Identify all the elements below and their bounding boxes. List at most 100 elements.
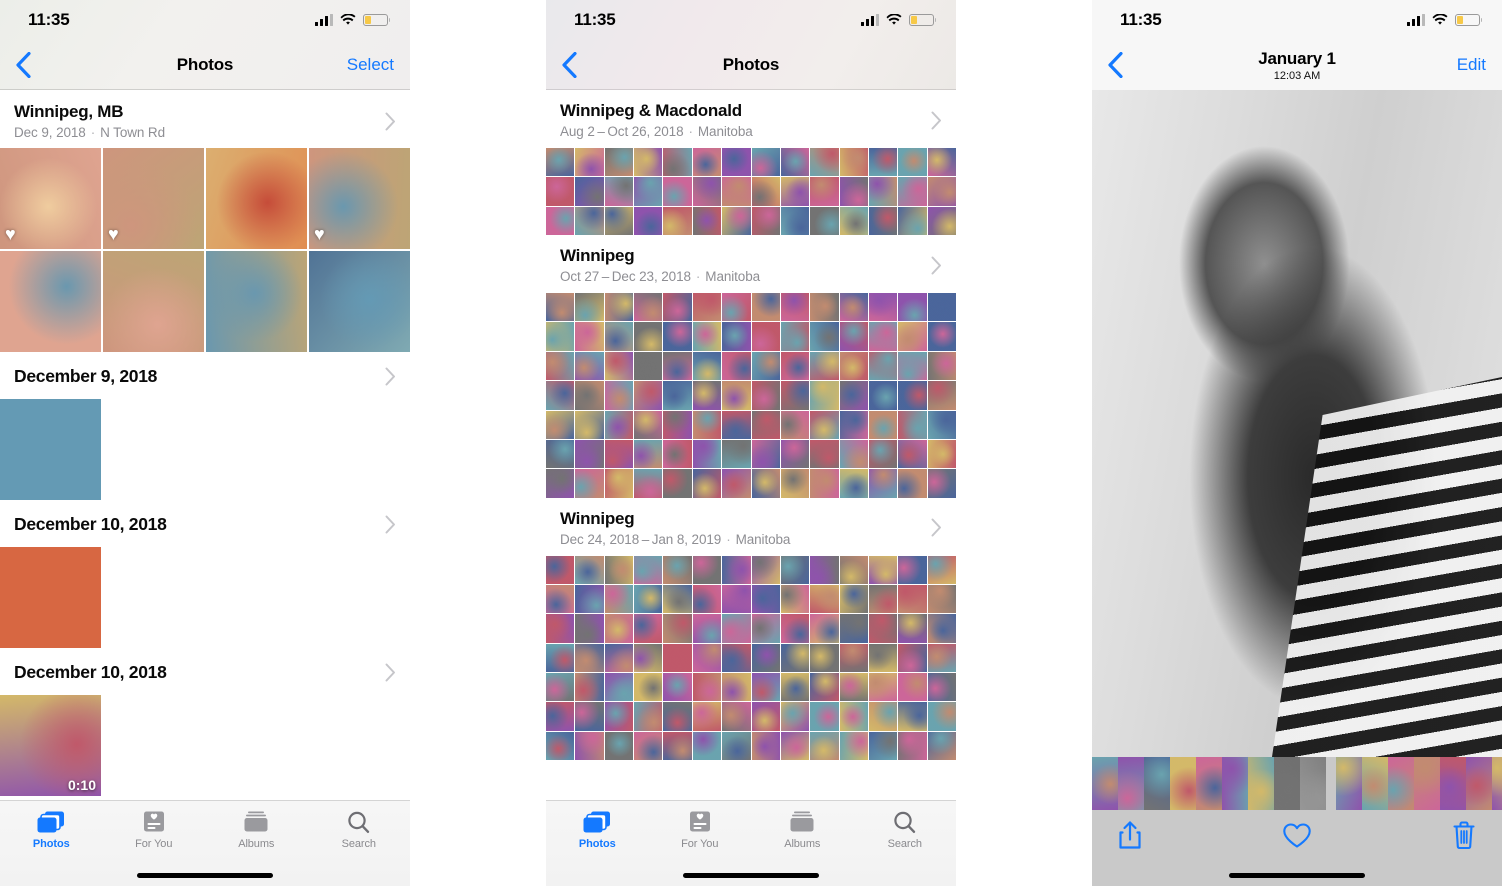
photo-thumbnail[interactable] bbox=[781, 293, 809, 321]
photo-thumbnail[interactable] bbox=[693, 556, 721, 584]
photo-thumbnail[interactable] bbox=[898, 207, 926, 235]
photo-thumbnail[interactable] bbox=[869, 177, 897, 205]
photo-thumbnail[interactable] bbox=[928, 177, 956, 205]
select-button[interactable]: Select bbox=[347, 55, 394, 75]
tab-search[interactable]: Search bbox=[308, 809, 411, 850]
photo-thumbnail[interactable] bbox=[663, 177, 691, 205]
filmstrip-frame[interactable] bbox=[1466, 757, 1492, 810]
photo-thumbnail[interactable] bbox=[840, 732, 868, 760]
photo-thumbnail[interactable] bbox=[752, 469, 780, 497]
photo-thumbnail[interactable] bbox=[546, 702, 574, 730]
photo-thumbnail[interactable] bbox=[840, 207, 868, 235]
photo-thumbnail[interactable] bbox=[693, 440, 721, 468]
photo-thumbnail[interactable] bbox=[810, 702, 838, 730]
collection-photo-mosaic[interactable] bbox=[546, 148, 956, 235]
photo-thumbnail[interactable] bbox=[928, 293, 956, 321]
photo-thumbnail[interactable] bbox=[206, 148, 307, 249]
photo-thumbnail[interactable] bbox=[605, 644, 633, 672]
photo-thumbnail[interactable] bbox=[840, 673, 868, 701]
photo-thumbnail[interactable]: ♥ bbox=[103, 148, 204, 249]
photo-thumbnail[interactable] bbox=[752, 177, 780, 205]
photo-thumbnail[interactable] bbox=[781, 469, 809, 497]
photo-thumbnail[interactable] bbox=[928, 322, 956, 350]
photo-thumbnail[interactable] bbox=[928, 148, 956, 176]
photo-thumbnail[interactable] bbox=[928, 673, 956, 701]
photo-thumbnail[interactable] bbox=[752, 614, 780, 642]
photo-thumbnail[interactable] bbox=[928, 352, 956, 380]
photo-thumbnail[interactable] bbox=[634, 381, 662, 409]
photo-thumbnail[interactable] bbox=[810, 293, 838, 321]
photo-thumbnail[interactable] bbox=[781, 207, 809, 235]
back-button[interactable] bbox=[562, 51, 596, 78]
photo-thumbnail[interactable] bbox=[693, 702, 721, 730]
photo-thumbnail[interactable] bbox=[810, 207, 838, 235]
photo-thumbnail[interactable] bbox=[928, 411, 956, 439]
filmstrip-frame[interactable] bbox=[1144, 757, 1170, 810]
collection-header[interactable]: Winnipeg Dec 24, 2018 – Jan 8, 2019 · Manit… bbox=[546, 498, 956, 556]
photo-thumbnail[interactable] bbox=[546, 469, 574, 497]
photo-thumbnail[interactable] bbox=[546, 293, 574, 321]
photo-thumbnail[interactable] bbox=[575, 177, 603, 205]
filmstrip-frame[interactable] bbox=[1274, 757, 1300, 810]
photo-thumbnail[interactable] bbox=[0, 399, 101, 500]
tab-albums[interactable]: Albums bbox=[205, 809, 308, 850]
edit-button[interactable]: Edit bbox=[1457, 55, 1486, 75]
photo-thumbnail[interactable] bbox=[869, 440, 897, 468]
photo-thumbnail[interactable] bbox=[840, 352, 868, 380]
filmstrip-frame[interactable] bbox=[1118, 757, 1144, 810]
photo-thumbnail[interactable] bbox=[634, 177, 662, 205]
photo-thumbnail[interactable] bbox=[722, 352, 750, 380]
photo-thumbnail[interactable] bbox=[575, 411, 603, 439]
photo-thumbnail[interactable] bbox=[693, 614, 721, 642]
photo-thumbnail[interactable] bbox=[810, 673, 838, 701]
moment-photo-grid[interactable]: ♥ ♥ ♥ bbox=[0, 148, 410, 352]
photo-thumbnail[interactable] bbox=[781, 411, 809, 439]
photo-thumbnail[interactable] bbox=[693, 411, 721, 439]
photo-thumbnail[interactable] bbox=[752, 352, 780, 380]
photo-thumbnail[interactable] bbox=[634, 352, 662, 380]
photo-thumbnail[interactable] bbox=[546, 644, 574, 672]
photo-thumbnail[interactable] bbox=[752, 440, 780, 468]
photo-thumbnail[interactable] bbox=[810, 440, 838, 468]
photo-thumbnail[interactable] bbox=[898, 440, 926, 468]
photo-thumbnail[interactable] bbox=[752, 673, 780, 701]
photo-thumbnail[interactable] bbox=[840, 293, 868, 321]
photo-thumbnail[interactable] bbox=[605, 148, 633, 176]
photo-thumbnail[interactable] bbox=[663, 207, 691, 235]
photo-thumbnail[interactable] bbox=[546, 177, 574, 205]
photo-thumbnail[interactable] bbox=[309, 251, 410, 352]
photo-thumbnail[interactable] bbox=[781, 585, 809, 613]
photo-thumbnail[interactable] bbox=[752, 322, 780, 350]
filmstrip-scrubber[interactable] bbox=[1092, 757, 1502, 810]
back-button[interactable] bbox=[16, 51, 50, 78]
photo-thumbnail[interactable] bbox=[722, 177, 750, 205]
photo-thumbnail[interactable] bbox=[869, 411, 897, 439]
photo-thumbnail[interactable] bbox=[840, 585, 868, 613]
filmstrip-frame[interactable] bbox=[1196, 757, 1222, 810]
photo-thumbnail[interactable] bbox=[810, 732, 838, 760]
photo-thumbnail[interactable] bbox=[898, 148, 926, 176]
photo-thumbnail[interactable] bbox=[869, 207, 897, 235]
filmstrip-frame[interactable] bbox=[1222, 757, 1248, 810]
tab-search[interactable]: Search bbox=[854, 809, 957, 850]
photo-thumbnail[interactable] bbox=[722, 673, 750, 701]
photo-thumbnail[interactable] bbox=[663, 322, 691, 350]
photo-thumbnail[interactable] bbox=[663, 585, 691, 613]
photo-thumbnail[interactable] bbox=[722, 207, 750, 235]
photo-thumbnail[interactable] bbox=[898, 469, 926, 497]
share-icon[interactable] bbox=[1118, 820, 1142, 850]
photo-thumbnail[interactable] bbox=[575, 556, 603, 584]
photo-thumbnail[interactable] bbox=[898, 673, 926, 701]
moment-header[interactable]: Winnipeg, MB Dec 9, 2018 · N Town Rd bbox=[0, 90, 410, 148]
tab-for-you[interactable]: For You bbox=[649, 809, 752, 850]
photo-thumbnail[interactable] bbox=[810, 352, 838, 380]
photo-thumbnail[interactable] bbox=[752, 702, 780, 730]
photo-thumbnail[interactable] bbox=[928, 702, 956, 730]
photo-thumbnail[interactable] bbox=[928, 614, 956, 642]
photo-thumbnail[interactable] bbox=[810, 177, 838, 205]
photo-thumbnail[interactable] bbox=[781, 614, 809, 642]
photo-thumbnail[interactable] bbox=[810, 322, 838, 350]
photo-thumbnail[interactable] bbox=[781, 673, 809, 701]
photo-thumbnail[interactable] bbox=[605, 469, 633, 497]
photo-thumbnail[interactable] bbox=[869, 352, 897, 380]
